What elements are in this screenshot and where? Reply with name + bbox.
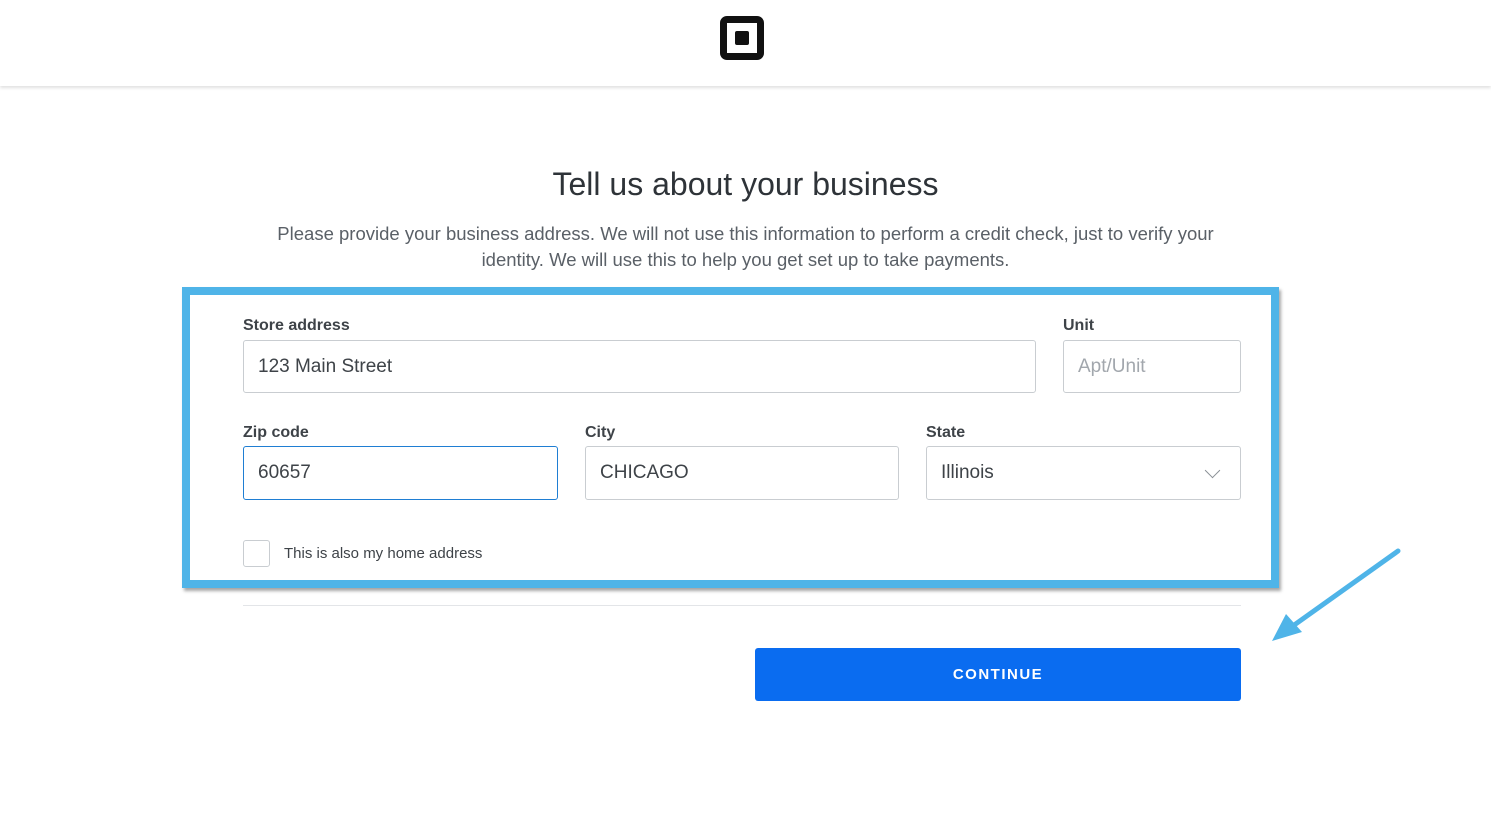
zip-code-value: 60657: [258, 462, 311, 483]
page: Tell us about your business Please provi…: [0, 0, 1491, 816]
state-select[interactable]: Illinois: [926, 446, 1241, 500]
divider: [243, 605, 1241, 606]
home-address-checkbox-label[interactable]: This is also my home address: [284, 545, 482, 562]
page-description: Please provide your business address. We…: [277, 223, 1214, 270]
unit-input[interactable]: Apt/Unit: [1063, 340, 1241, 393]
store-address-value: 123 Main Street: [258, 355, 393, 377]
state-label: State: [926, 424, 966, 441]
zip-code-label: Zip code: [243, 424, 309, 441]
chevron-down-icon: [1204, 462, 1221, 479]
header: [0, 0, 1491, 86]
store-address-input[interactable]: 123 Main Street: [243, 340, 1036, 393]
square-logo-icon[interactable]: [720, 16, 764, 60]
continue-button[interactable]: CONTINUE: [755, 648, 1241, 701]
logo-inner-square: [735, 31, 749, 45]
annotation-arrow-icon: [1272, 548, 1401, 641]
city-input[interactable]: CHICAGO: [585, 446, 899, 500]
page-title: Tell us about your business: [552, 166, 939, 202]
unit-label: Unit: [1063, 317, 1095, 334]
home-address-checkbox[interactable]: [243, 540, 270, 567]
city-value: CHICAGO: [600, 462, 689, 483]
city-label: City: [585, 424, 616, 441]
state-selected-value: Illinois: [941, 462, 994, 483]
store-address-label: Store address: [243, 317, 350, 334]
unit-placeholder: Apt/Unit: [1078, 355, 1146, 377]
zip-code-input[interactable]: 60657: [243, 446, 558, 500]
